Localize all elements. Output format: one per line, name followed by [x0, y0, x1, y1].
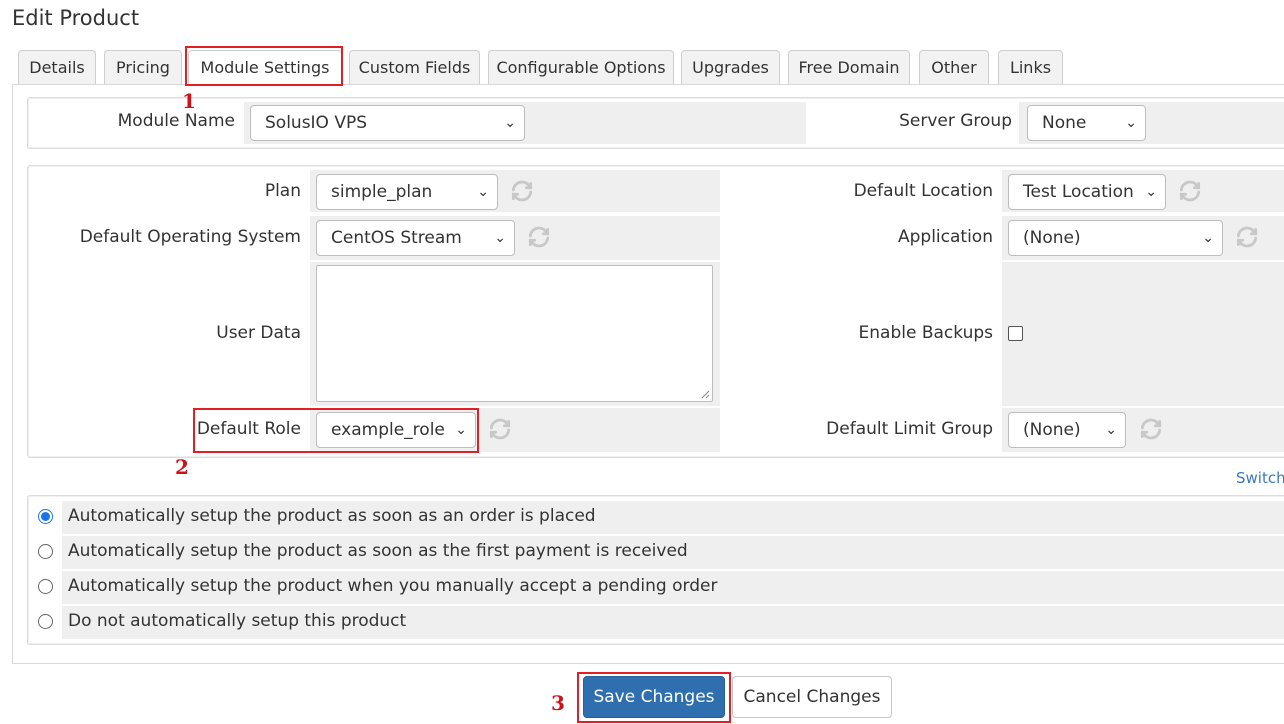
setup-option-row[interactable]: Automatically setup the product when you…: [28, 571, 1284, 604]
chevron-down-icon: ⌄: [1145, 184, 1157, 200]
highlight-save-button: [577, 672, 731, 723]
plan-select[interactable]: simple_plan ⌄: [316, 174, 498, 210]
plan-value: simple_plan: [331, 182, 433, 202]
highlight-default-role: [193, 408, 479, 453]
module-name-select[interactable]: SolusIO VPS ⌄: [250, 105, 525, 141]
limit-group-select[interactable]: (None) ⌄: [1008, 412, 1126, 448]
server-group-label: Server Group: [899, 111, 1012, 131]
application-value: (None): [1023, 228, 1081, 248]
module-name-label: Module Name: [117, 111, 235, 131]
refresh-icon[interactable]: [526, 224, 552, 250]
limit-group-label: Default Limit Group: [826, 419, 993, 439]
tab-other[interactable]: Other: [919, 50, 989, 84]
refresh-icon[interactable]: [487, 416, 513, 442]
setup-option-radio-first-payment[interactable]: [38, 544, 53, 559]
refresh-icon[interactable]: [1177, 178, 1203, 204]
tab-pricing[interactable]: Pricing: [104, 50, 182, 84]
setup-option-row[interactable]: Do not automatically setup this product: [28, 606, 1284, 639]
setup-option-row[interactable]: Automatically setup the product as soon …: [28, 536, 1284, 569]
setup-option-label: Automatically setup the product when you…: [68, 576, 718, 596]
cancel-changes-button[interactable]: Cancel Changes: [732, 676, 892, 718]
setup-option-radio-no-auto-setup[interactable]: [38, 614, 53, 629]
chevron-down-icon: ⌄: [504, 115, 516, 131]
user-data-textarea[interactable]: [316, 265, 713, 402]
resize-handle-icon[interactable]: [700, 389, 710, 399]
chevron-down-icon: ⌄: [477, 184, 489, 200]
os-value: CentOS Stream: [331, 228, 462, 248]
tab-upgrades[interactable]: Upgrades: [681, 50, 780, 84]
location-value: Test Location: [1023, 182, 1134, 202]
chevron-down-icon: ⌄: [1202, 230, 1214, 246]
highlight-module-settings-tab: [185, 46, 343, 86]
annotation-step-2: 2: [175, 455, 189, 479]
annotation-step-1: 1: [182, 89, 196, 113]
tab-free-domain[interactable]: Free Domain: [788, 50, 910, 84]
plan-label: Plan: [264, 181, 301, 201]
chevron-down-icon: ⌄: [1125, 115, 1137, 131]
tab-links[interactable]: Links: [998, 50, 1063, 84]
location-label: Default Location: [853, 181, 993, 201]
tab-configurable-options[interactable]: Configurable Options: [488, 50, 674, 84]
setup-option-label: Do not automatically setup this product: [68, 611, 407, 631]
tab-details[interactable]: Details: [18, 50, 96, 84]
module-name-value: SolusIO VPS: [265, 113, 368, 133]
annotation-step-3: 3: [551, 691, 565, 715]
os-select[interactable]: CentOS Stream ⌄: [316, 220, 515, 256]
setup-option-label: Automatically setup the product as soon …: [68, 506, 596, 526]
server-group-select[interactable]: None ⌄: [1027, 105, 1146, 141]
server-group-value: None: [1042, 113, 1087, 133]
switch-link[interactable]: Switch: [1236, 469, 1284, 487]
enable-backups-checkbox[interactable]: [1008, 326, 1023, 341]
tab-custom-fields[interactable]: Custom Fields: [349, 50, 480, 84]
application-label: Application: [898, 227, 993, 247]
limit-group-value: (None): [1023, 420, 1081, 440]
page-title: Edit Product: [12, 6, 140, 30]
os-label: Default Operating System: [79, 227, 301, 247]
backups-cell: [1002, 262, 1284, 406]
refresh-icon[interactable]: [1234, 224, 1260, 250]
setup-option-radio-order-placed[interactable]: [38, 509, 53, 524]
location-select[interactable]: Test Location ⌄: [1008, 174, 1166, 210]
application-select[interactable]: (None) ⌄: [1008, 220, 1223, 256]
setup-option-radio-manual-accept[interactable]: [38, 579, 53, 594]
refresh-icon[interactable]: [1138, 416, 1164, 442]
setup-option-label: Automatically setup the product as soon …: [68, 541, 688, 561]
backups-label: Enable Backups: [858, 323, 993, 343]
chevron-down-icon: ⌄: [1105, 422, 1117, 438]
user-data-label: User Data: [216, 323, 301, 343]
chevron-down-icon: ⌄: [494, 230, 506, 246]
setup-option-row[interactable]: Automatically setup the product as soon …: [28, 501, 1284, 534]
refresh-icon[interactable]: [509, 178, 535, 204]
